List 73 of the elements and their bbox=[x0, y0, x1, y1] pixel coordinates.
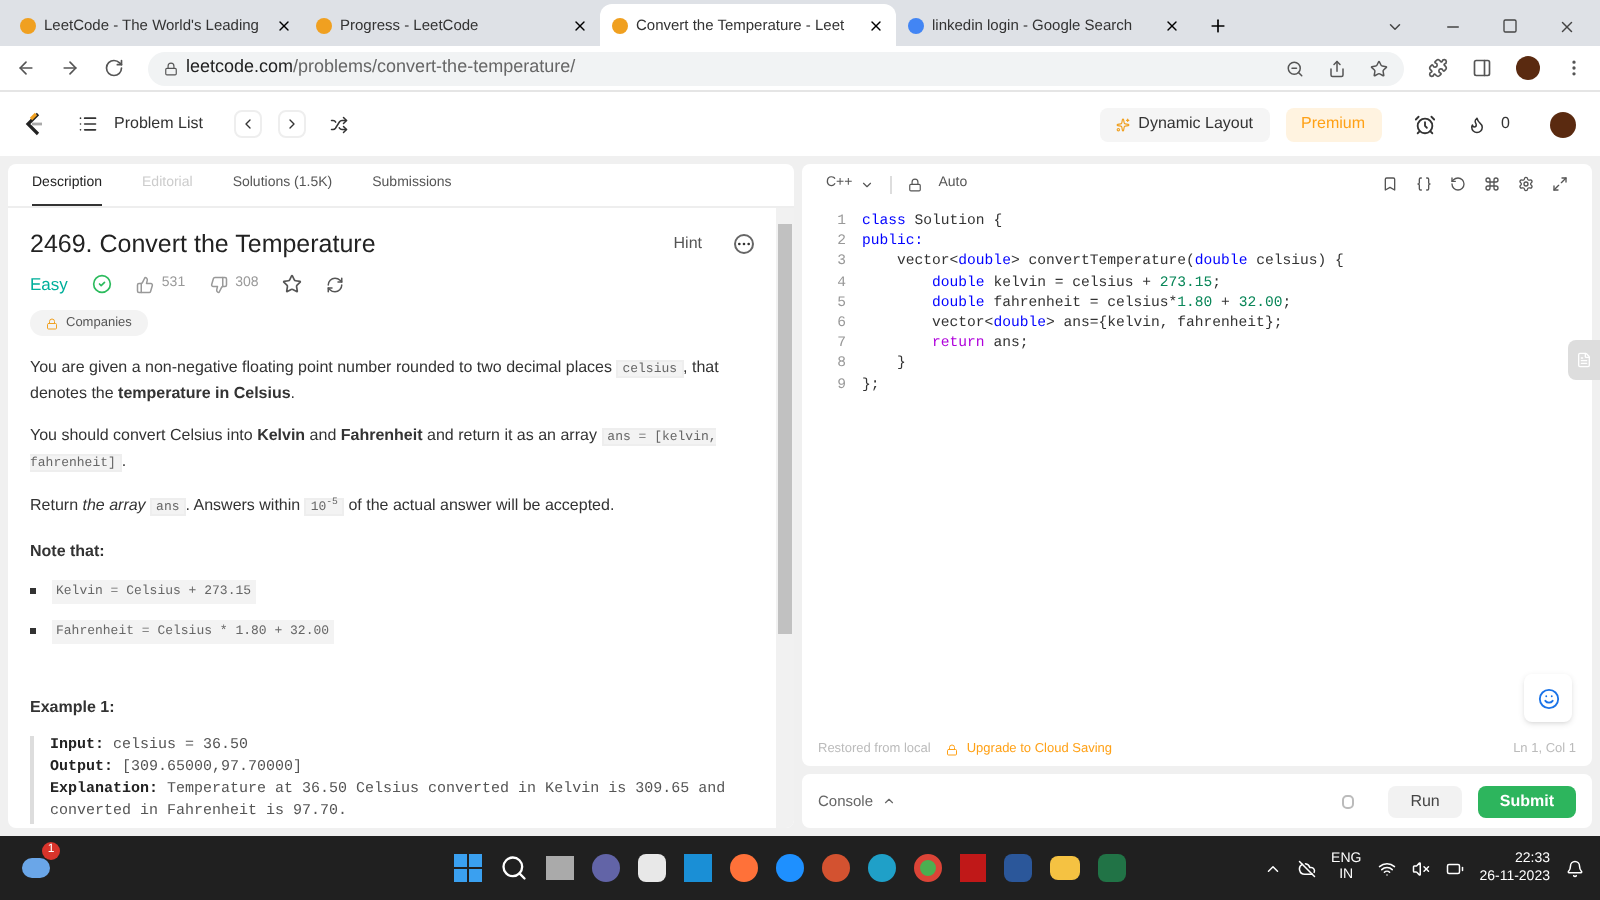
feedback-button[interactable] bbox=[1524, 674, 1572, 722]
address-field[interactable]: leetcode.com/problems/convert-the-temperature/ bbox=[148, 51, 1404, 85]
search-icon[interactable] bbox=[499, 854, 528, 882]
chevron-up-icon bbox=[881, 794, 896, 808]
forward-icon[interactable] bbox=[60, 58, 80, 78]
expand-icon[interactable] bbox=[1552, 176, 1568, 192]
restore-icon[interactable] bbox=[1502, 18, 1518, 34]
lock-icon bbox=[908, 177, 923, 191]
muted-speaker-icon[interactable] bbox=[1411, 859, 1430, 877]
leetcode-logo-icon[interactable] bbox=[24, 112, 46, 136]
example-heading: Example 1: bbox=[30, 695, 117, 719]
zoom-icon[interactable] bbox=[1286, 59, 1304, 77]
lock-icon bbox=[46, 317, 58, 329]
windows-start-icon[interactable] bbox=[453, 854, 482, 882]
dynamic-layout-button[interactable]: Dynamic Layout bbox=[1100, 107, 1270, 141]
reload-icon[interactable] bbox=[104, 58, 124, 78]
favicon-icon bbox=[908, 17, 924, 33]
star-icon[interactable] bbox=[282, 274, 303, 294]
close-icon[interactable] bbox=[572, 17, 588, 33]
share-arrow-icon[interactable] bbox=[326, 275, 345, 293]
favicon-icon bbox=[316, 17, 332, 33]
difficulty-label: Easy bbox=[30, 272, 68, 296]
user-avatar[interactable] bbox=[1550, 111, 1576, 137]
alarm-clock-icon[interactable] bbox=[1413, 113, 1436, 135]
favicon-icon bbox=[20, 17, 36, 33]
extensions-icon[interactable] bbox=[1428, 58, 1448, 78]
bell-icon[interactable] bbox=[1566, 859, 1584, 877]
run-button[interactable]: Run bbox=[1388, 785, 1462, 817]
profile-avatar[interactable] bbox=[1516, 56, 1540, 80]
close-window-icon[interactable] bbox=[1558, 18, 1576, 36]
url-text: leetcode.com/problems/convert-the-temperature/ bbox=[186, 54, 576, 81]
flame-icon[interactable] bbox=[1467, 115, 1486, 133]
new-tab-icon[interactable] bbox=[1208, 16, 1228, 36]
scrollbar[interactable] bbox=[776, 208, 794, 828]
reset-icon[interactable] bbox=[1450, 176, 1466, 192]
thumbs-up-icon[interactable] bbox=[135, 275, 154, 293]
list-icon[interactable] bbox=[78, 114, 98, 134]
lock-icon bbox=[164, 61, 178, 75]
solved-check-icon bbox=[91, 274, 112, 294]
share-icon[interactable] bbox=[1328, 59, 1346, 77]
braces-icon[interactable] bbox=[1416, 176, 1432, 192]
cloud-off-icon[interactable] bbox=[1297, 859, 1316, 877]
settings-icon[interactable] bbox=[1518, 176, 1534, 192]
hint-link[interactable]: Hint bbox=[673, 232, 702, 256]
bookmark-icon[interactable] bbox=[1382, 176, 1398, 192]
wifi-icon[interactable] bbox=[1377, 859, 1396, 877]
more-icon[interactable] bbox=[734, 234, 754, 254]
previous-button[interactable] bbox=[234, 110, 263, 138]
task-view-icon[interactable] bbox=[545, 856, 574, 880]
close-icon[interactable] bbox=[868, 17, 884, 33]
battery-icon[interactable] bbox=[1445, 859, 1464, 877]
close-icon[interactable] bbox=[1164, 17, 1180, 33]
chevron-down-icon bbox=[860, 177, 875, 191]
close-icon[interactable] bbox=[276, 17, 292, 33]
bullet-icon bbox=[30, 628, 36, 634]
note-heading: Note that: bbox=[30, 539, 107, 563]
shuffle-icon[interactable] bbox=[330, 115, 349, 133]
document-icon bbox=[1576, 352, 1592, 368]
smiley-chat-icon bbox=[1537, 687, 1559, 709]
thumbs-down-icon[interactable] bbox=[209, 275, 228, 293]
command-icon[interactable] bbox=[1484, 176, 1500, 192]
next-button[interactable] bbox=[278, 110, 307, 138]
favicon-icon bbox=[612, 17, 628, 33]
side-panel-icon[interactable] bbox=[1472, 58, 1492, 78]
bullet-icon bbox=[30, 588, 36, 594]
sparkle-icon bbox=[1116, 117, 1131, 131]
back-icon[interactable] bbox=[16, 58, 36, 78]
lock-icon bbox=[946, 744, 959, 756]
problem-list-link[interactable]: Problem List bbox=[114, 112, 203, 136]
streak-count: 0 bbox=[1501, 112, 1510, 136]
problem-title: 2469. Convert the Temperature bbox=[30, 228, 378, 260]
bookmark-star-icon[interactable] bbox=[1370, 59, 1388, 77]
tab-search-icon[interactable] bbox=[1386, 18, 1404, 36]
